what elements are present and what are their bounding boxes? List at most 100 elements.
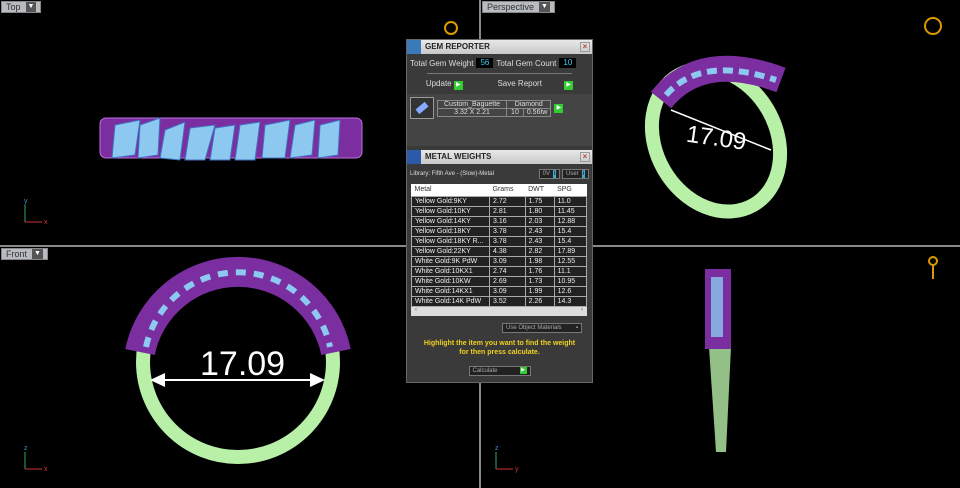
baguette-gem-icon — [410, 97, 434, 119]
play-icon: ▶ — [453, 81, 463, 90]
table-row[interactable]: Yellow Gold:18KY 3.78 2.43 15.4 — [411, 225, 588, 237]
svg-text:z: z — [24, 445, 28, 452]
table-cell: 17.89 — [553, 245, 588, 257]
column-header[interactable]: DWT — [525, 184, 555, 196]
table-cell: 2.43 — [524, 235, 555, 247]
total-gem-count-value: 10 — [559, 58, 577, 68]
gem-name: Custom_Baguette — [436, 99, 508, 109]
metal-weights-table: Metal Grams DWT SPG Yellow Gold:9KY 2.72 1.75… — [411, 184, 588, 307]
table-row[interactable]: Yellow Gold:14KY 3.16 2.03 12.88 — [411, 215, 588, 227]
metal-table-container[interactable]: Metal Grams DWT SPG Yellow Gold:9KY 2.72 1.75… — [407, 184, 592, 316]
table-cell: 11.0 — [553, 195, 588, 207]
table-row[interactable]: Yellow Gold:22KY 4.38 2.82 17.89 — [411, 245, 588, 257]
chevron-down-icon[interactable]: ▼ — [32, 249, 43, 259]
play-icon[interactable]: ▶ — [554, 103, 564, 113]
table-cell: 14.3 — [553, 295, 588, 307]
slider[interactable] — [427, 73, 572, 74]
save-report-button[interactable]: Save Report ▶ — [497, 79, 574, 90]
table-cell: 1.76 — [524, 265, 555, 277]
table-cell: 3.09 — [489, 255, 526, 267]
table-cell: Yellow Gold:22KY — [411, 245, 490, 257]
total-gem-weight-label: Total Gem Weight — [410, 58, 474, 68]
table-cell: 2.82 — [524, 245, 555, 257]
table-cell: 2.43 — [524, 225, 555, 237]
close-icon[interactable]: × — [580, 42, 590, 52]
table-cell: 3.78 — [489, 235, 526, 247]
table-cell: 2.03 — [524, 215, 555, 227]
table-cell: 15.4 — [553, 225, 588, 237]
table-row[interactable]: White Gold:10KW 2.69 1.73 10.95 — [411, 275, 588, 287]
svg-text:17.09: 17.09 — [200, 345, 285, 383]
table-cell: 12.55 — [553, 255, 588, 267]
calculate-button[interactable]: Calculate ▶ — [468, 365, 531, 376]
column-header[interactable]: SPG — [554, 184, 587, 196]
table-cell: Yellow Gold:14KY — [411, 215, 490, 227]
svg-text:17.09: 17.09 — [685, 121, 748, 156]
column-header[interactable]: Grams — [489, 184, 526, 196]
metal-weights-header[interactable]: METAL WEIGHTS × — [407, 150, 592, 164]
total-gem-count-label: Total Gem Count — [496, 58, 557, 68]
table-cell: 11.45 — [553, 205, 588, 217]
table-row[interactable]: White Gold:14K PdW 3.52 2.26 14.3 — [411, 295, 588, 307]
table-cell: White Gold:9K PdW — [411, 255, 490, 267]
table-cell: Yellow Gold:18KY — [411, 225, 490, 237]
use-object-materials-dropdown[interactable]: Use Object Materials ▪ — [502, 322, 582, 333]
gem-weight: 0.56tw — [522, 107, 552, 117]
column-header[interactable]: Metal — [411, 184, 490, 196]
table-cell: White Gold:14KX1 — [411, 285, 490, 297]
svg-text:y: y — [24, 198, 28, 205]
table-cell: 4.38 — [489, 245, 526, 257]
total-gem-weight-value: 56 — [476, 58, 494, 68]
table-cell: 2.72 — [489, 195, 526, 207]
gem-reporter-header[interactable]: GEM REPORTER × — [407, 40, 592, 54]
update-button[interactable]: Update ▶ — [426, 79, 463, 90]
chevron-down-icon[interactable]: ▼ — [539, 2, 550, 12]
chevron-down-icon[interactable]: ▼ — [25, 2, 37, 12]
gem-row[interactable]: Custom_Baguette Diamond 3.32 X 2.21 10 0.56… — [410, 97, 589, 119]
table-cell: 3.52 — [489, 295, 526, 307]
table-row[interactable]: White Gold:10KX1 2.74 1.76 11.1 — [411, 265, 588, 277]
library-label: Library: Fifth Ave - (Slow)-Metal — [410, 171, 494, 177]
table-cell: Yellow Gold:18KY R... — [411, 235, 490, 247]
svg-text:x: x — [44, 219, 48, 226]
table-cell: Yellow Gold:9KY — [411, 195, 490, 207]
table-cell: 2.26 — [524, 295, 555, 307]
svg-text:x: x — [44, 466, 48, 473]
table-cell: White Gold:14K PdW — [411, 295, 490, 307]
svg-text:z: z — [495, 445, 499, 452]
scale-icon — [407, 150, 421, 164]
gem-count: 10 — [506, 107, 524, 117]
ov-button[interactable]: 0V i — [538, 169, 561, 179]
table-row[interactable]: Yellow Gold:18KY R... 3.78 2.43 15.4 — [411, 235, 588, 247]
table-cell: 2.69 — [489, 275, 526, 287]
table-cell: 3.09 — [489, 285, 526, 297]
viewport-label-front[interactable]: Front ▼ — [1, 248, 48, 260]
table-row[interactable]: Yellow Gold:9KY 2.72 1.75 11.0 — [411, 195, 588, 207]
table-cell: 3.78 — [489, 225, 526, 237]
svg-text:y: y — [515, 466, 519, 473]
table-cell: 10.95 — [553, 275, 588, 287]
table-cell: 1.98 — [524, 255, 555, 267]
user-button[interactable]: User i — [561, 169, 589, 179]
table-row[interactable]: White Gold:14KX1 3.09 1.99 12.6 — [411, 285, 588, 297]
table-cell: 1.80 — [524, 205, 555, 217]
table-cell: Yellow Gold:10KY — [411, 205, 490, 217]
viewport-label-top[interactable]: Top ▼ — [1, 1, 42, 13]
instruction-text: Highlight the item you want to find the … — [423, 339, 576, 356]
gem-reporter-panel: GEM REPORTER × Total Gem Weight 56 Total … — [406, 39, 593, 383]
horizontal-scrollbar[interactable]: ‹ › — [411, 306, 587, 316]
play-icon: ▶ — [564, 81, 574, 90]
table-cell: 12.6 — [553, 285, 588, 297]
table-row[interactable]: Yellow Gold:10KY 2.81 1.80 11.45 — [411, 205, 588, 217]
table-cell: White Gold:10KW — [411, 275, 490, 287]
table-cell: 15.4 — [553, 235, 588, 247]
gem-size: 3.32 X 2.21 — [436, 107, 508, 117]
table-cell: 2.81 — [489, 205, 526, 217]
table-cell: 11.1 — [553, 265, 588, 277]
table-cell: 2.74 — [489, 265, 526, 277]
gem-icon — [407, 40, 421, 54]
viewport-label-perspective[interactable]: Perspective ▼ — [482, 1, 555, 13]
close-icon[interactable]: × — [580, 152, 590, 162]
table-cell: 1.75 — [524, 195, 555, 207]
table-row[interactable]: White Gold:9K PdW 3.09 1.98 12.55 — [411, 255, 588, 267]
